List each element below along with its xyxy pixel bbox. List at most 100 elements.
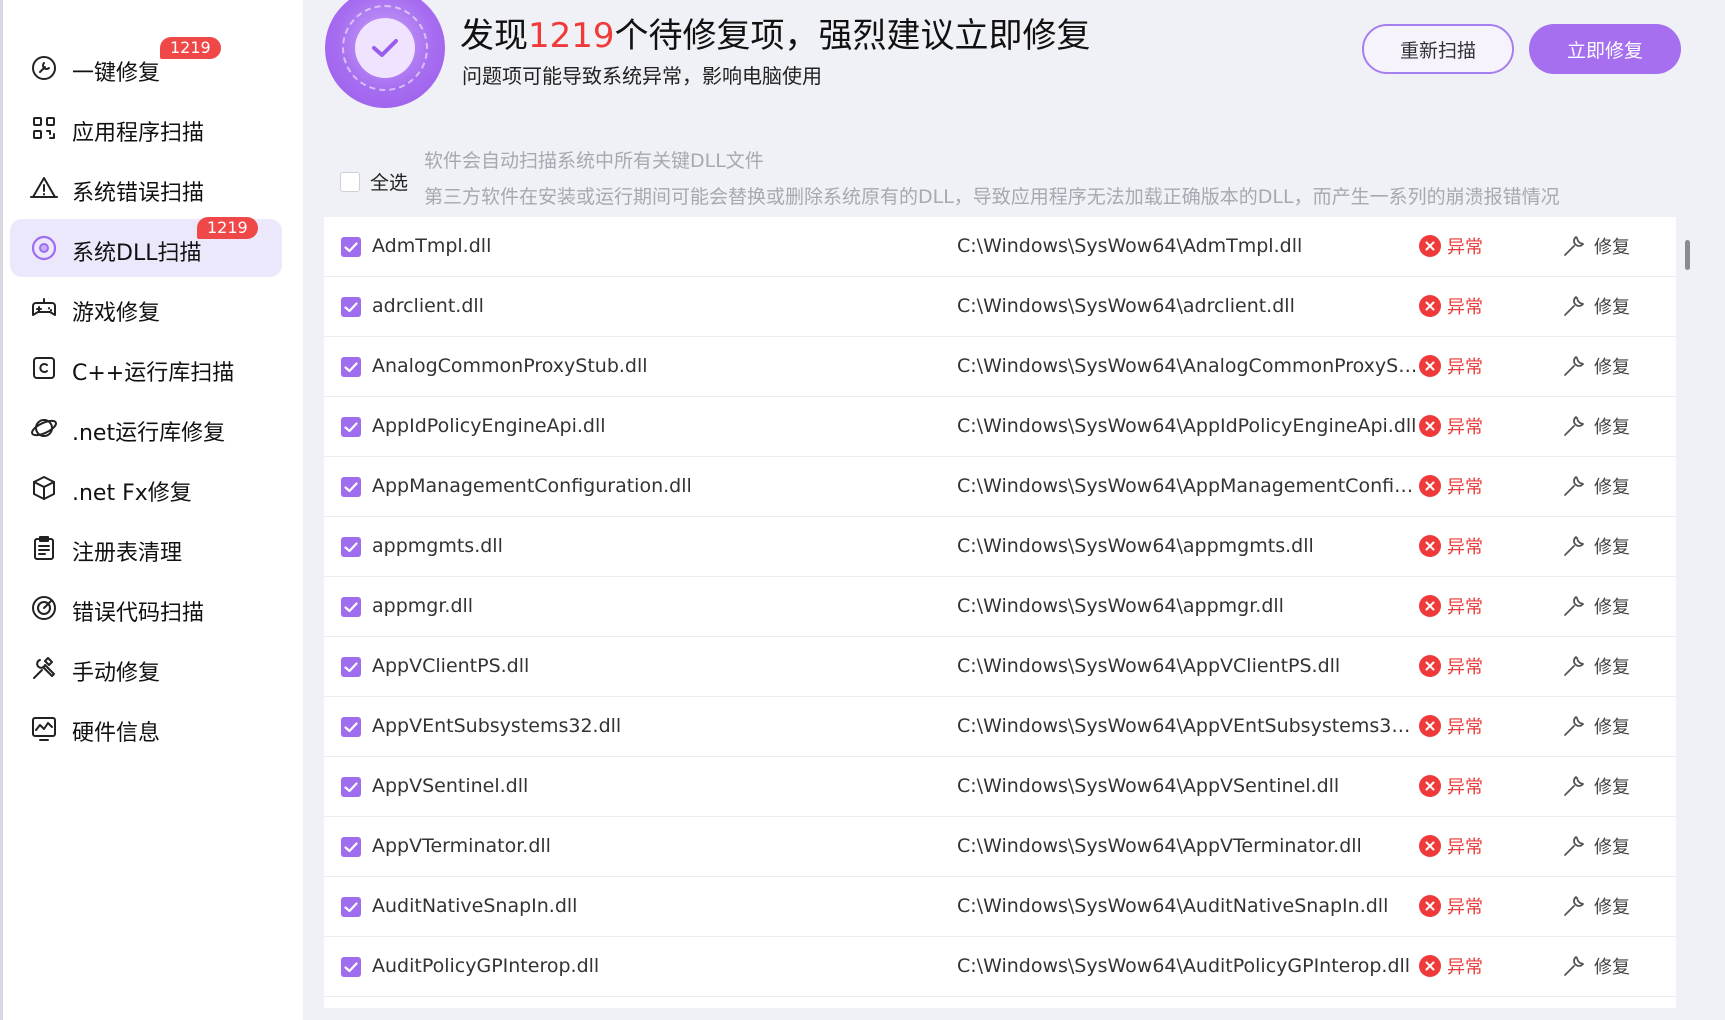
fix-label: 修复 xyxy=(1594,897,1630,918)
error-x-icon xyxy=(1419,595,1441,617)
checkmark-icon xyxy=(344,781,358,792)
table-scrollbar[interactable] xyxy=(1685,240,1690,270)
dll-path: C:\Windows\SysWow64\AnalogCommonProxyStu… xyxy=(957,355,1419,377)
row-fix-button[interactable]: 修复 xyxy=(1562,533,1630,559)
fix-label: 修复 xyxy=(1594,837,1630,858)
row-checkbox[interactable] xyxy=(341,237,361,257)
error-x-icon xyxy=(1419,895,1441,917)
table-row: AuditNativeSnapIn.dll C:\Windows\SysWow6… xyxy=(324,877,1676,937)
status-cell: 异常 xyxy=(1419,653,1483,679)
row-checkbox[interactable] xyxy=(341,297,361,317)
checkmark-icon xyxy=(344,961,358,972)
status-label: 异常 xyxy=(1447,537,1483,558)
fix-label: 修复 xyxy=(1594,597,1630,618)
status-label: 异常 xyxy=(1447,657,1483,678)
wrench-icon xyxy=(1564,596,1584,616)
fix-label: 修复 xyxy=(1594,717,1630,738)
fix-label: 修复 xyxy=(1594,417,1630,438)
row-fix-button[interactable]: 修复 xyxy=(1562,713,1630,739)
wrench-icon xyxy=(1564,896,1584,916)
row-checkbox[interactable] xyxy=(341,957,361,977)
table-row: AppVTerminator.dll C:\Windows\SysWow64\A… xyxy=(324,817,1676,877)
select-all-checkbox[interactable] xyxy=(340,171,360,192)
sidebar-item-1[interactable]: 一键修复 1219 xyxy=(10,37,282,97)
cube-icon xyxy=(30,474,58,502)
table-row: AppVSentinel.dll C:\Windows\SysWow64\App… xyxy=(324,757,1676,817)
error-x-icon xyxy=(1419,715,1441,737)
table-row: AppManagementConfiguration.dll C:\Window… xyxy=(324,457,1676,517)
target-icon xyxy=(30,594,58,622)
scan-result-emblem xyxy=(325,0,445,108)
dll-path: C:\Windows\SysWow64\adrclient.dll xyxy=(957,295,1295,317)
fix-now-button[interactable]: 立即修复 xyxy=(1529,24,1681,74)
table-row: AppIdPolicyEngineApi.dll C:\Windows\SysW… xyxy=(324,397,1676,457)
dll-path: C:\Windows\SysWow64\AuditPolicyGPInterop… xyxy=(957,955,1411,977)
status-cell: 异常 xyxy=(1419,713,1483,739)
count-badge: 1219 xyxy=(160,37,221,59)
gamepad-icon xyxy=(30,294,58,322)
row-fix-button[interactable]: 修复 xyxy=(1562,413,1630,439)
status-cell: 异常 xyxy=(1419,893,1483,919)
row-fix-button[interactable]: 修复 xyxy=(1562,773,1630,799)
row-checkbox[interactable] xyxy=(341,417,361,437)
dll-path: C:\Windows\SysWow64\appmgmts.dll xyxy=(957,535,1314,557)
sidebar-item-12[interactable]: 硬件信息 xyxy=(10,699,282,757)
sidebar-item-8[interactable]: .net Fx修复 xyxy=(10,459,282,517)
row-fix-button[interactable]: 修复 xyxy=(1562,293,1630,319)
status-cell: 异常 xyxy=(1419,773,1483,799)
row-checkbox[interactable] xyxy=(341,717,361,737)
sidebar-item-label: 错误代码扫描 xyxy=(72,601,205,626)
row-fix-button[interactable]: 修复 xyxy=(1562,833,1630,859)
sidebar-item-4[interactable]: 系统DLL扫描 1219 xyxy=(10,217,282,277)
row-checkbox[interactable] xyxy=(341,357,361,377)
sidebar-item-label: 游戏修复 xyxy=(72,301,161,326)
dll-path: C:\Windows\SysWow64\AdmTmpl.dll xyxy=(957,235,1303,257)
row-checkbox[interactable] xyxy=(341,597,361,617)
row-fix-button[interactable]: 修复 xyxy=(1562,893,1630,919)
sidebar-item-5[interactable]: 游戏修复 xyxy=(10,279,282,337)
row-checkbox[interactable] xyxy=(341,897,361,917)
status-label: 异常 xyxy=(1447,237,1483,258)
row-fix-button[interactable]: 修复 xyxy=(1562,953,1630,979)
checkmark-icon xyxy=(344,601,358,612)
row-checkbox[interactable] xyxy=(341,477,361,497)
status-cell: 异常 xyxy=(1419,953,1483,979)
status-cell: 异常 xyxy=(1419,293,1483,319)
fix-label: 修复 xyxy=(1594,957,1630,978)
checkmark-icon xyxy=(344,301,358,312)
row-checkbox[interactable] xyxy=(341,837,361,857)
row-fix-button[interactable]: 修复 xyxy=(1562,653,1630,679)
sidebar-item-label: 一键修复 xyxy=(72,61,161,86)
status-label: 异常 xyxy=(1447,777,1483,798)
row-fix-button[interactable]: 修复 xyxy=(1562,233,1630,259)
select-all[interactable]: 全选 xyxy=(340,168,408,195)
row-fix-button[interactable]: 修复 xyxy=(1562,473,1630,499)
planet-icon xyxy=(30,414,58,442)
row-fix-button[interactable]: 修复 xyxy=(1562,593,1630,619)
status-label: 异常 xyxy=(1447,837,1483,858)
sidebar-item-6[interactable]: C++运行库扫描 xyxy=(10,339,282,397)
rescan-button[interactable]: 重新扫描 xyxy=(1362,24,1514,74)
dll-name: AppVSentinel.dll xyxy=(372,775,529,797)
page-title: 发现1219个待修复项，强烈建议立即修复 xyxy=(460,8,1091,57)
scan-description: 软件会自动扫描系统中所有关键DLL文件 xyxy=(424,150,764,172)
dll-name: adrclient.dll xyxy=(372,295,484,317)
row-checkbox[interactable] xyxy=(341,537,361,557)
sidebar-item-label: 应用程序扫描 xyxy=(72,121,205,146)
row-checkbox[interactable] xyxy=(341,657,361,677)
status-cell: 异常 xyxy=(1419,593,1483,619)
sidebar-item-3[interactable]: 系统错误扫描 xyxy=(10,159,282,217)
dll-name: AnalogCommonProxyStub.dll xyxy=(372,355,648,377)
sidebar-item-10[interactable]: 错误代码扫描 xyxy=(10,579,282,637)
sidebar-item-11[interactable]: 手动修复 xyxy=(10,639,282,697)
status-cell: 异常 xyxy=(1419,833,1483,859)
fix-label: 修复 xyxy=(1594,777,1630,798)
sidebar-item-9[interactable]: 注册表清理 xyxy=(10,519,282,577)
sidebar-item-7[interactable]: .net运行库修复 xyxy=(10,399,282,457)
sidebar-item-2[interactable]: 应用程序扫描 xyxy=(10,99,282,157)
status-cell: 异常 xyxy=(1419,533,1483,559)
disc-icon xyxy=(30,234,58,262)
wrench-icon xyxy=(1564,356,1584,376)
row-checkbox[interactable] xyxy=(341,777,361,797)
row-fix-button[interactable]: 修复 xyxy=(1562,353,1630,379)
